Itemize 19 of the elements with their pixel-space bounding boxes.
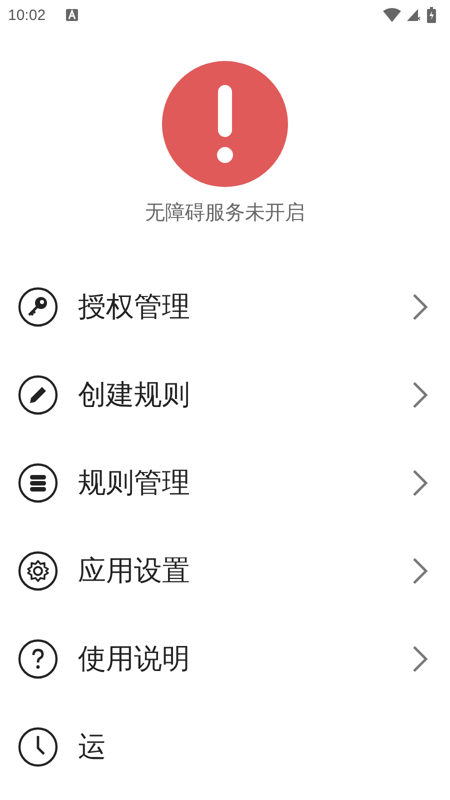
menu-item[interactable]: 使用说明 xyxy=(0,615,450,703)
database-icon xyxy=(18,463,58,503)
battery-icon xyxy=(427,7,436,23)
pencil-icon xyxy=(18,375,58,415)
menu-item[interactable]: 创建规则 xyxy=(0,351,450,439)
menu-item[interactable]: 运 xyxy=(0,703,450,791)
menu-item[interactable]: 授权管理 xyxy=(0,263,450,351)
clock-icon xyxy=(18,727,58,767)
app-notification-icon xyxy=(66,9,78,21)
alert-icon xyxy=(162,61,288,187)
status-message: 无障碍服务未开启 xyxy=(145,199,305,226)
status-time: 10:02 xyxy=(8,6,46,24)
wifi-icon xyxy=(383,8,401,22)
key-icon xyxy=(18,287,58,327)
menu-item[interactable]: 应用设置 xyxy=(0,527,450,615)
gear-icon xyxy=(18,551,58,591)
question-icon xyxy=(18,639,58,679)
menu-item[interactable]: 规则管理 xyxy=(0,439,450,527)
signal-icon xyxy=(407,8,421,22)
